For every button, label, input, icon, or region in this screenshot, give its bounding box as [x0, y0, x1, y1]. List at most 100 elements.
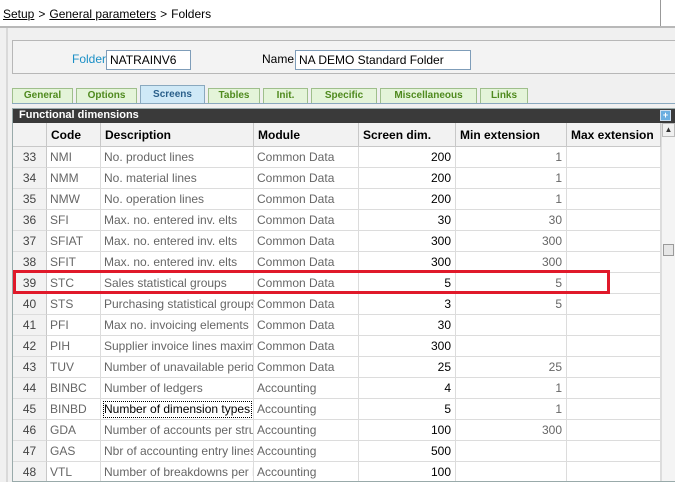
column-header-code[interactable]: Code [47, 123, 101, 147]
module-cell[interactable]: Common Data [254, 273, 359, 294]
min-extension-cell[interactable]: 30 [456, 210, 567, 231]
max-extension-cell[interactable] [567, 231, 661, 252]
code-cell[interactable]: BINBD [47, 399, 101, 420]
screen-dim-cell[interactable]: 5 [359, 399, 456, 420]
tab-links[interactable]: Links [480, 88, 528, 103]
table-row[interactable]: 42PIHSupplier invoice lines maximumCommo… [13, 336, 661, 357]
module-cell[interactable]: Common Data [254, 315, 359, 336]
code-cell[interactable]: STC [47, 273, 101, 294]
table-row[interactable]: 33 NMI No. product lines Common Data 200 1 [13, 147, 661, 168]
folder-field[interactable] [106, 50, 191, 70]
max-extension-cell[interactable] [567, 462, 661, 481]
screen-dim-cell[interactable]: 25 [359, 357, 456, 378]
tab-miscellaneous[interactable]: Miscellaneous [380, 88, 477, 103]
max-extension-cell[interactable] [567, 273, 661, 294]
column-header-description[interactable]: Description [101, 123, 254, 147]
min-extension-cell[interactable]: 1 [456, 147, 567, 168]
description-cell[interactable]: Sales statistical groups [101, 273, 254, 294]
screen-dim-cell[interactable]: 300 [359, 231, 456, 252]
module-cell[interactable]: Common Data [254, 336, 359, 357]
table-row[interactable]: 48VTLNumber of breakdowns per lineAccoun… [13, 462, 661, 481]
table-row[interactable]: 47 GAS Nbr of accounting entry lines Accoun… [13, 441, 661, 462]
scroll-up-icon[interactable]: ▲ [662, 123, 675, 137]
code-cell[interactable]: VTL [47, 462, 101, 481]
code-cell[interactable]: GAS [47, 441, 101, 462]
tab-options[interactable]: Options [76, 88, 137, 103]
description-cell[interactable]: Number of unavailable periods [101, 357, 254, 378]
name-field[interactable] [295, 50, 471, 70]
code-cell[interactable]: GDA [47, 420, 101, 441]
min-extension-cell[interactable]: 5 [456, 294, 567, 315]
max-extension-cell[interactable] [567, 336, 661, 357]
module-cell[interactable]: Common Data [254, 294, 359, 315]
code-cell[interactable]: STS [47, 294, 101, 315]
max-extension-cell[interactable] [567, 147, 661, 168]
tab-specific[interactable]: Specific [311, 88, 377, 103]
screen-dim-cell[interactable]: 100 [359, 420, 456, 441]
code-cell[interactable]: NMW [47, 189, 101, 210]
min-extension-cell[interactable]: 1 [456, 399, 567, 420]
module-cell[interactable]: Common Data [254, 189, 359, 210]
module-cell[interactable]: Common Data [254, 210, 359, 231]
screen-dim-cell[interactable]: 300 [359, 252, 456, 273]
min-extension-cell[interactable] [456, 462, 567, 481]
scrollbar-thumb[interactable] [663, 244, 674, 256]
column-header-screen-dim[interactable]: Screen dim. [359, 123, 456, 147]
table-row[interactable]: 43 TUV Number of unavailable periods Common… [13, 357, 661, 378]
column-header-module[interactable]: Module [254, 123, 359, 147]
screen-dim-cell[interactable]: 100 [359, 462, 456, 481]
max-extension-cell[interactable] [567, 168, 661, 189]
max-extension-cell[interactable] [567, 315, 661, 336]
min-extension-cell[interactable]: 1 [456, 378, 567, 399]
min-extension-cell[interactable]: 300 [456, 231, 567, 252]
module-cell[interactable]: Accounting [254, 399, 359, 420]
code-cell[interactable]: TUV [47, 357, 101, 378]
module-cell[interactable]: Common Data [254, 147, 359, 168]
column-header-min-extension[interactable]: Min extension [456, 123, 567, 147]
module-cell[interactable]: Common Data [254, 357, 359, 378]
min-extension-cell[interactable] [456, 441, 567, 462]
table-row[interactable]: 34 NMM No. material lines Common Data 200 1 [13, 168, 661, 189]
min-extension-cell[interactable]: 1 [456, 168, 567, 189]
table-row[interactable]: 39 STC Sales statistical groups Common Data… [13, 273, 661, 294]
max-extension-cell[interactable] [567, 399, 661, 420]
min-extension-cell[interactable]: 300 [456, 252, 567, 273]
module-cell[interactable]: Common Data [254, 168, 359, 189]
table-row[interactable]: 44 BINBC Number of ledgers Accounting 4 1 [13, 378, 661, 399]
vertical-scrollbar[interactable]: ▲ [661, 123, 675, 481]
table-row[interactable]: 40 STS Purchasing statistical groups Common… [13, 294, 661, 315]
code-cell[interactable]: PIH [47, 336, 101, 357]
code-cell[interactable]: NMM [47, 168, 101, 189]
screen-dim-cell[interactable]: 5 [359, 273, 456, 294]
description-cell[interactable]: Supplier invoice lines maximum [101, 336, 254, 357]
expand-icon[interactable]: + [660, 110, 671, 121]
description-cell[interactable]: Max. no. entered inv. elts [101, 210, 254, 231]
description-cell[interactable]: Number of accounts per structure [101, 420, 254, 441]
description-cell[interactable]: Number of dimension types [101, 399, 254, 420]
code-cell[interactable]: SFIAT [47, 231, 101, 252]
table-row[interactable]: 41 PFI Max no. invoicing elements Common Da… [13, 315, 661, 336]
table-row[interactable]: 46GDANumber of accounts per structureAcc… [13, 420, 661, 441]
screen-dim-cell[interactable]: 200 [359, 147, 456, 168]
code-cell[interactable]: NMI [47, 147, 101, 168]
min-extension-cell[interactable] [456, 336, 567, 357]
max-extension-cell[interactable] [567, 294, 661, 315]
max-extension-cell[interactable] [567, 420, 661, 441]
table-row[interactable]: 38 SFIT Max. no. entered inv. elts Common D… [13, 252, 661, 273]
max-extension-cell[interactable] [567, 189, 661, 210]
screen-dim-cell[interactable]: 300 [359, 336, 456, 357]
tab-general[interactable]: General [12, 88, 73, 103]
tab-init[interactable]: Init. [263, 88, 308, 103]
description-cell[interactable]: Nbr of accounting entry lines [101, 441, 254, 462]
tab-tables[interactable]: Tables [208, 88, 260, 103]
description-cell[interactable]: Number of breakdowns per line [101, 462, 254, 481]
screen-dim-cell[interactable]: 30 [359, 210, 456, 231]
description-cell[interactable]: Purchasing statistical groups [101, 294, 254, 315]
description-cell[interactable]: No. operation lines [101, 189, 254, 210]
description-cell[interactable]: Max no. invoicing elements [101, 315, 254, 336]
max-extension-cell[interactable] [567, 252, 661, 273]
max-extension-cell[interactable] [567, 210, 661, 231]
table-row[interactable]: 45 BINBD Number of dimension types Accounti… [13, 399, 661, 420]
screen-dim-cell[interactable]: 3 [359, 294, 456, 315]
module-cell[interactable]: Accounting [254, 420, 359, 441]
